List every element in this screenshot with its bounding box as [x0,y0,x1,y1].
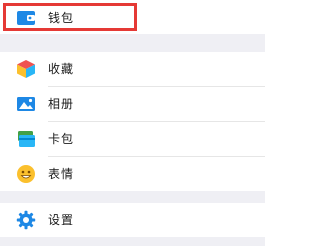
highlight-box [3,3,137,31]
menu-item-label: 卡包 [48,132,75,146]
menu-item-favorites[interactable]: 收藏 [0,52,265,86]
menu-item-label: 表情 [48,167,75,181]
menu-item-label: 收藏 [48,62,75,76]
settings-gear-icon [16,210,36,230]
card-bag-icon [16,129,36,149]
section-separator [0,191,265,203]
menu-item-label: 相册 [48,97,75,111]
menu-item-card-bag[interactable]: 卡包 [0,122,265,156]
favorites-cube-icon [16,59,36,79]
album-icon [16,94,36,114]
menu-item-label: 设置 [48,213,75,227]
section-separator [0,34,265,52]
section-separator [0,237,265,246]
menu-item-emoji[interactable]: 表情 [0,157,265,191]
emoji-icon [16,164,36,184]
menu-item-settings[interactable]: 设置 [0,203,265,237]
wechat-me-menu: 钱包 收藏 相册 卡包 表情 设置 [0,0,265,246]
menu-item-album[interactable]: 相册 [0,87,265,121]
